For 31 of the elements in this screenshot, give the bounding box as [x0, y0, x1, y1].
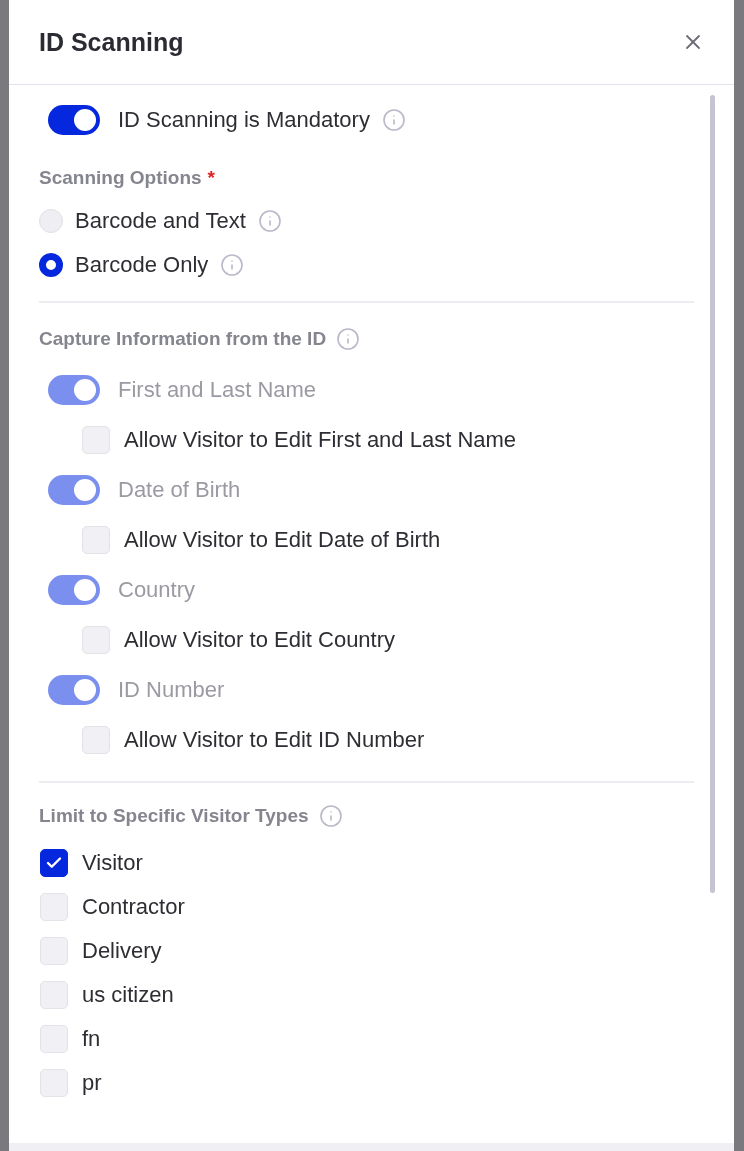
info-icon[interactable] — [318, 804, 343, 828]
toggle-label: ID Scanning is Mandatory — [118, 107, 370, 133]
radio-label: Barcode and Text — [75, 208, 246, 234]
checkbox-label: Allow Visitor to Edit ID Number — [124, 727, 425, 753]
info-icon[interactable] — [257, 209, 282, 233]
section-title: Capture Information from the ID — [39, 328, 327, 350]
checkbox-label: Allow Visitor to Edit Country — [124, 627, 396, 653]
checkbox[interactable] — [40, 849, 68, 877]
checkbox-label: pr — [82, 1070, 102, 1096]
dialog-title: ID Scanning — [39, 27, 184, 57]
toggle-label: Country — [118, 577, 196, 603]
checkbox-label: Contractor — [82, 894, 185, 920]
info-icon[interactable] — [220, 253, 245, 277]
radio-label: Barcode Only — [75, 252, 209, 278]
checkbox-label: Visitor — [82, 850, 143, 876]
checkbox-label: us citizen — [82, 982, 174, 1008]
info-icon[interactable] — [336, 327, 361, 351]
toggle-label: First and Last Name — [118, 377, 317, 403]
section-title: Scanning Options — [39, 167, 202, 189]
checkbox-label: Allow Visitor to Edit First and Last Name — [124, 427, 517, 453]
toggle-switch[interactable] — [48, 105, 100, 135]
toggle-label: ID Number — [118, 677, 225, 703]
info-icon[interactable] — [381, 108, 406, 132]
required-mark: * — [207, 167, 215, 189]
radio-button[interactable] — [39, 253, 63, 277]
section-title: Limit to Specific Visitor Types — [39, 805, 309, 827]
checkbox-label: Allow Visitor to Edit Date of Birth — [124, 527, 441, 553]
toggle-label: Date of Birth — [118, 477, 241, 503]
checkbox-label: Delivery — [82, 938, 162, 964]
checkbox-label: fn — [82, 1026, 101, 1052]
scrollbar[interactable] — [710, 95, 715, 893]
